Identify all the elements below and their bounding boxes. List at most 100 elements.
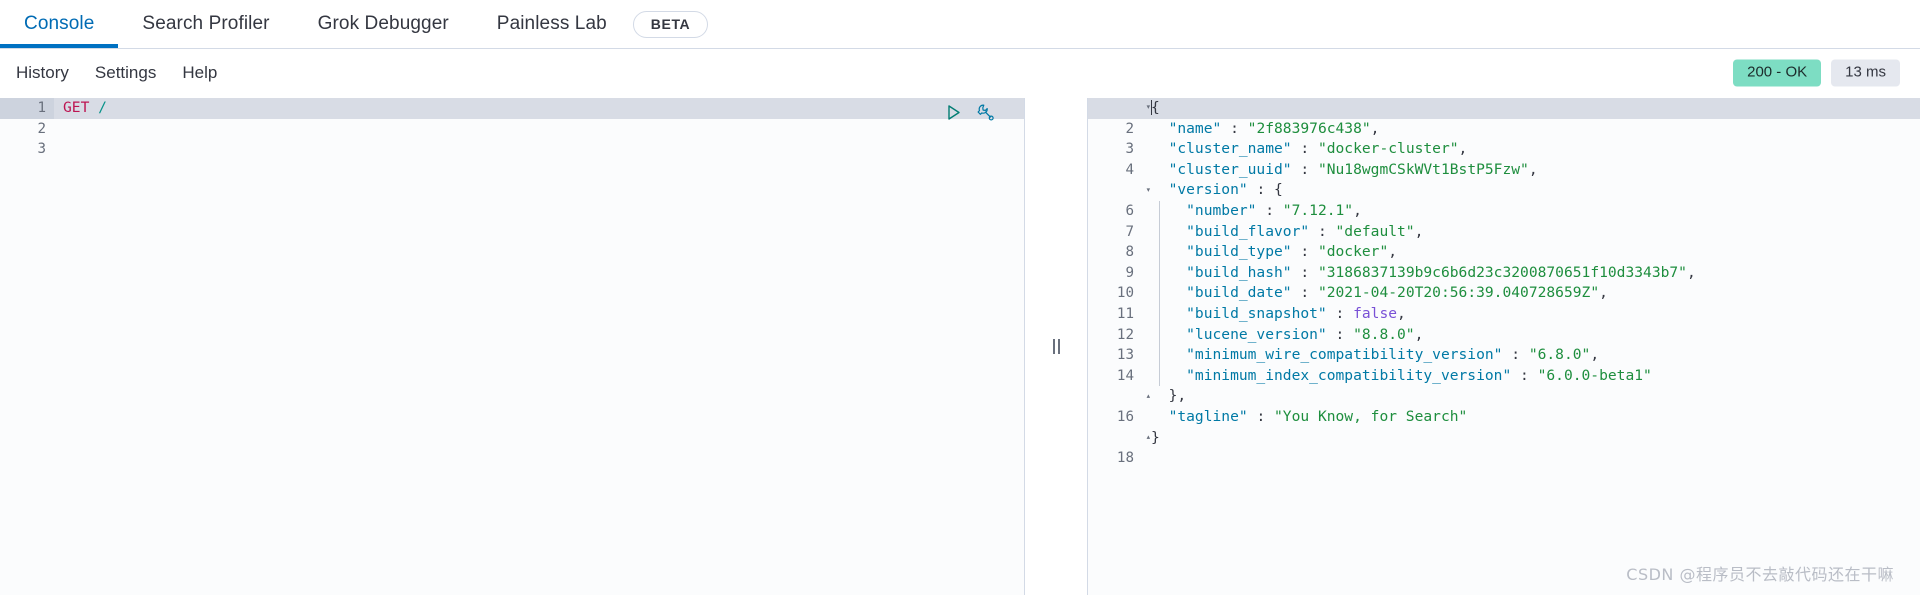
wrench-icon[interactable]	[976, 103, 995, 122]
indent-guide	[1159, 283, 1160, 304]
subnav-item-history[interactable]: History	[16, 63, 69, 83]
code-line-content: "version" : {	[1142, 180, 1920, 201]
line-number: 10	[1116, 285, 1134, 302]
code-token: "3186837139b9c6b6d23c3200870651f10d3343b…	[1317, 263, 1687, 281]
code-token: }	[1151, 387, 1178, 405]
code-token: :	[1511, 366, 1538, 384]
code-token: "name"	[1151, 119, 1222, 137]
code-token: ,	[1353, 201, 1362, 219]
tab-console[interactable]: Console	[0, 0, 119, 48]
request-action-icons	[945, 102, 995, 122]
code-token: {	[1274, 181, 1283, 199]
code-token: ,	[1397, 304, 1406, 322]
code-line-content: "tagline" : "You Know, for Search"	[1142, 407, 1920, 428]
tab-search-profiler[interactable]: Search Profiler	[118, 0, 293, 48]
indent-guide	[1159, 303, 1160, 325]
code-line: ▾ "version" : {	[1088, 180, 1920, 201]
code-line-content: },	[1142, 386, 1920, 407]
code-token: "You Know, for Search"	[1274, 407, 1468, 425]
code-line-content: "cluster_name" : "docker-cluster",	[1142, 139, 1920, 160]
code-line: 11 "build_snapshot" : false,	[1088, 303, 1920, 325]
duration-badge: 13 ms	[1831, 59, 1900, 87]
code-token: GET	[63, 99, 90, 116]
code-token: {	[1151, 99, 1160, 116]
subnav-item-help[interactable]: Help	[182, 63, 217, 83]
line-number: 2	[37, 120, 46, 137]
code-line: 2	[0, 119, 1024, 140]
code-line: 4 "cluster_uuid" : "Nu18wgmCSkWVt1BstP5F…	[1088, 160, 1920, 181]
code-token: "tagline"	[1151, 407, 1248, 425]
code-line-content: "build_flavor" : "default",	[1142, 221, 1920, 243]
code-line: 3 "cluster_name" : "docker-cluster",	[1088, 139, 1920, 160]
play-icon[interactable]	[945, 104, 962, 121]
code-line-content: "build_date" : "2021-04-20T20:56:39.0407…	[1142, 283, 1920, 304]
console-editor-area: 1 GET /2 3 ▾{2 "name" : "2f883976c438", 3 "…	[0, 98, 1920, 595]
line-number: 3	[1125, 141, 1134, 158]
code-token: :	[1326, 304, 1354, 322]
code-token: "build_hash"	[1151, 263, 1292, 281]
code-line-content: "name" : "2f883976c438",	[1142, 119, 1920, 140]
code-token: "number"	[1151, 201, 1257, 219]
tab-grok-debugger[interactable]: Grok Debugger	[294, 0, 473, 48]
indent-guide	[1159, 242, 1160, 263]
tab-label: Grok Debugger	[317, 13, 449, 34]
line-number: 16	[1116, 408, 1134, 425]
line-number: 4	[1125, 161, 1134, 178]
code-line: 2 "name" : "2f883976c438",	[1088, 119, 1920, 140]
code-line: 8 "build_type" : "docker",	[1088, 242, 1920, 263]
code-token: }	[1151, 428, 1160, 446]
request-status-group: 200 - OK 13 ms	[1733, 59, 1900, 87]
code-line: 1 GET /	[0, 98, 1024, 119]
code-token: "default"	[1335, 222, 1415, 240]
code-line-content: }	[1142, 428, 1920, 449]
indent-guide	[1159, 324, 1160, 346]
code-token: "8.8.0"	[1353, 325, 1415, 343]
code-token: "cluster_uuid"	[1151, 160, 1292, 178]
request-editor-pane[interactable]: 1 GET /2 3	[0, 98, 1025, 595]
top-tab-bar: Console Search Profiler Grok Debugger Painl…	[0, 0, 1920, 49]
tab-painless-lab[interactable]: Painless Lab	[473, 0, 631, 48]
code-token: ,	[1590, 346, 1600, 364]
code-token: ,	[1686, 263, 1696, 281]
line-number: 1	[0, 98, 54, 119]
code-line: 12 "lucene_version" : "8.8.0",	[1088, 324, 1920, 346]
code-line: 10 "build_date" : "2021-04-20T20:56:39.0…	[1088, 283, 1920, 304]
code-token: ,	[1528, 160, 1538, 178]
code-token: :	[1247, 181, 1275, 199]
code-token: ,	[1458, 140, 1468, 158]
pane-resize-handle[interactable]	[1025, 98, 1087, 595]
code-line-content: "build_hash" : "3186837139b9c6b6d23c3200…	[1142, 262, 1920, 284]
line-number: 3	[37, 141, 46, 158]
watermark: CSDN @程序员不去敲代码还在干嘛	[1626, 565, 1894, 584]
code-line: 7 "build_flavor" : "default",	[1088, 221, 1920, 243]
code-line: 18	[1088, 448, 1920, 469]
code-token: "6.8.0"	[1528, 346, 1591, 364]
response-editor-pane[interactable]: ▾{2 "name" : "2f883976c438", 3 "cluster_n…	[1087, 98, 1920, 595]
subnav-item-settings[interactable]: Settings	[95, 63, 156, 83]
indent-guide	[1159, 262, 1160, 284]
code-token: "7.12.1"	[1282, 201, 1354, 219]
code-line-content: {	[1142, 98, 1920, 119]
code-line: 6 "number" : "7.12.1",	[1088, 200, 1920, 222]
code-token: ,	[1414, 325, 1424, 343]
code-token: "minimum_wire_compatibility_version"	[1151, 346, 1503, 364]
code-line: ▴}	[1088, 428, 1920, 449]
code-line-content: "lucene_version" : "8.8.0",	[1142, 324, 1920, 346]
code-line-content: "minimum_index_compatibility_version" : …	[1142, 365, 1920, 387]
code-token: "Nu18wgmCSkWVt1BstP5Fzw"	[1317, 160, 1529, 178]
code-token: :	[1291, 160, 1318, 178]
status-badge: 200 - OK	[1733, 59, 1822, 87]
code-token: "2f883976c438"	[1247, 119, 1371, 137]
code-token: :	[1247, 407, 1275, 425]
indent-guide	[1159, 200, 1160, 222]
code-token: ,	[1370, 119, 1380, 137]
code-line: 9 "build_hash" : "3186837139b9c6b6d23c32…	[1088, 262, 1920, 284]
code-token: :	[1221, 119, 1248, 137]
code-token: "docker-cluster"	[1317, 140, 1459, 158]
code-token: :	[1256, 201, 1283, 219]
code-line: 14 "minimum_index_compatibility_version"…	[1088, 365, 1920, 387]
code-token: :	[1309, 222, 1336, 240]
tab-label: Search Profiler	[142, 13, 270, 34]
line-number: 9	[1125, 264, 1134, 281]
code-token: ,	[1414, 222, 1424, 240]
